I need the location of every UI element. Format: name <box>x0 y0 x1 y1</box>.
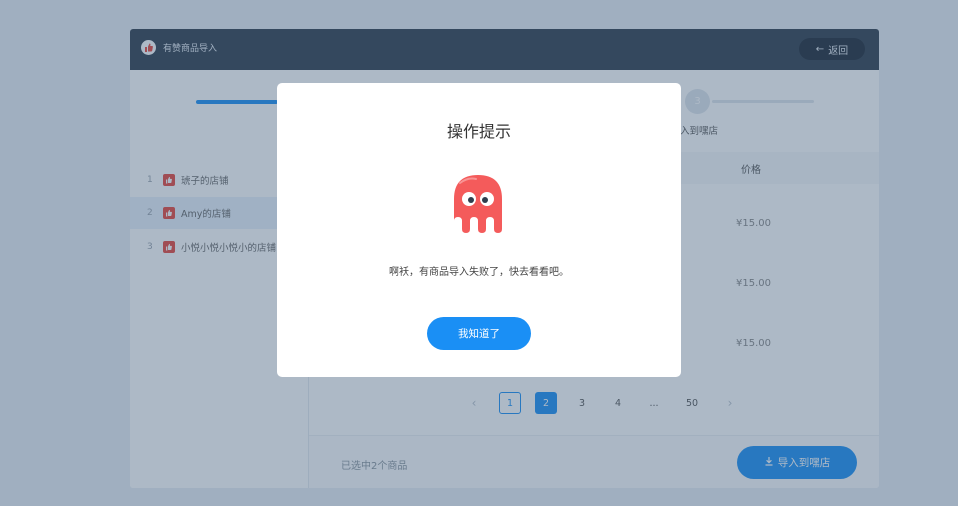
dialog-message: 啊袄，有商品导入失败了，快去看看吧。 <box>389 267 569 278</box>
acknowledge-button[interactable]: 我知道了 <box>427 317 531 350</box>
ghost-icon <box>450 169 506 235</box>
notice-dialog: 操作提示 啊袄，有商品导入失败了，快去看看吧。 我知道了 <box>277 83 681 377</box>
dialog-title: 操作提示 <box>446 122 511 141</box>
